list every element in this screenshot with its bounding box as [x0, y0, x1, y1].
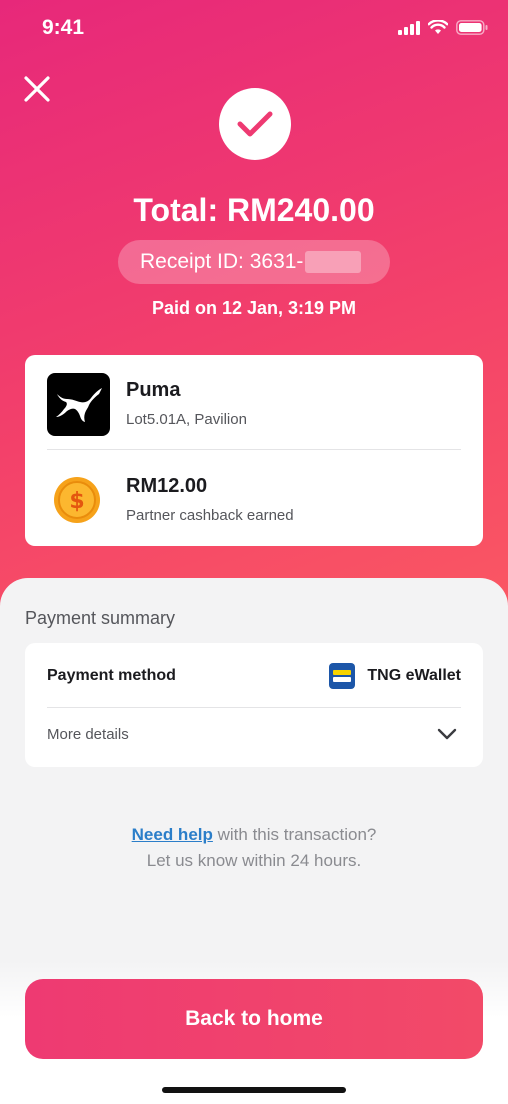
help-line-1-rest: with this transaction?: [212, 825, 377, 844]
total-amount: Total: RM240.00: [133, 192, 375, 228]
cashback-amount: RM12.00: [126, 475, 208, 497]
close-button[interactable]: [20, 72, 54, 106]
help-line-1: Need help with this transaction?: [0, 822, 508, 848]
status-icons: [398, 20, 488, 35]
paid-on-date: Paid on 12 Jan, 3:19 PM: [151, 298, 357, 318]
receipt-id-redaction: [305, 251, 362, 273]
wifi-icon: [428, 20, 448, 34]
divider: [47, 449, 461, 450]
help-text: Need help with this transaction? Let us …: [0, 822, 508, 874]
home-indicator: [162, 1087, 346, 1093]
checkmark-icon: [237, 111, 273, 137]
receipt-id-badge: Receipt ID: 3631-: [118, 240, 390, 284]
more-details-label: More details: [47, 726, 129, 743]
help-line-2: Let us know within 24 hours.: [146, 851, 362, 870]
puma-logo-icon: [55, 387, 102, 422]
payment-method-value: TNG eWallet: [329, 663, 461, 689]
back-to-home-button[interactable]: Back to home: [25, 979, 483, 1059]
tng-ewallet-icon: [329, 663, 356, 689]
payment-method-label: Payment method: [47, 667, 176, 684]
merchant-card: Puma Lot5.01A, Pavilion $ RM12.00 Partne…: [25, 355, 483, 546]
coin-icon: $: [54, 477, 100, 523]
merchant-location: Lot5.01A, Pavilion: [126, 411, 247, 428]
payment-summary-card: Payment method TNG eWallet More details: [25, 643, 483, 767]
receipt-id-text: Receipt ID: 3631-: [140, 250, 304, 273]
success-badge: [219, 88, 291, 160]
status-bar: 9:41: [0, 0, 508, 56]
svg-text:$: $: [69, 489, 84, 514]
battery-icon: [456, 20, 488, 35]
payment-method-name: TNG eWallet: [367, 667, 461, 684]
merchant-name: Puma: [126, 379, 181, 401]
need-help-link[interactable]: Need help: [132, 825, 213, 844]
close-icon: [24, 76, 50, 102]
cashback-label: Partner cashback earned: [126, 507, 294, 524]
status-time: 9:41: [42, 16, 85, 39]
merchant-logo: [47, 373, 110, 436]
payment-summary-title: Payment summary: [25, 608, 176, 628]
signal-icon: [398, 20, 420, 35]
chevron-down-icon: [437, 728, 457, 740]
more-details-toggle[interactable]: More details: [25, 708, 483, 767]
